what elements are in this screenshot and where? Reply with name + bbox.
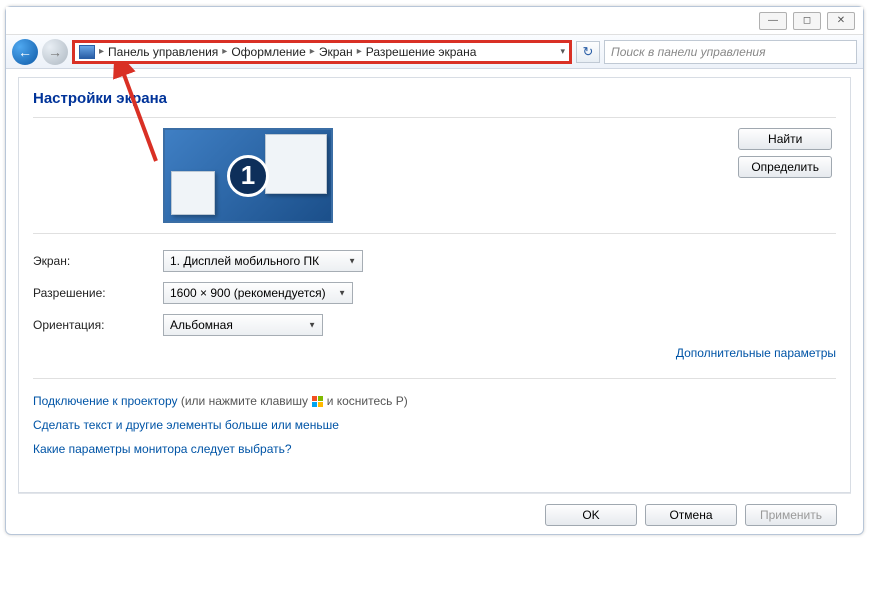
advanced-row: Дополнительные параметры	[33, 346, 836, 360]
navigation-bar: ← → ▸ Панель управления ▸ Оформление ▸ Э…	[6, 35, 863, 69]
windows-logo-icon	[311, 395, 323, 407]
screen-label: Экран:	[33, 254, 163, 268]
screen-value: 1. Дисплей мобильного ПК	[170, 254, 319, 268]
page-title: Настройки экрана	[33, 90, 836, 107]
close-button[interactable]: ✕	[827, 12, 855, 30]
refresh-button[interactable]: ↻	[576, 41, 600, 63]
display-number-badge: 1	[227, 155, 269, 197]
projector-hint-pre: (или нажмите клавишу	[181, 394, 312, 408]
chevron-right-icon: ▸	[222, 46, 227, 57]
cancel-button[interactable]: Отмена	[645, 504, 737, 526]
screen-dropdown[interactable]: 1. Дисплей мобильного ПК	[163, 250, 363, 272]
back-button[interactable]: ←	[12, 39, 38, 65]
computer-icon	[79, 45, 95, 59]
display-preview-row: 1 Найти Определить	[33, 117, 836, 234]
breadcrumb-item[interactable]: Экран	[319, 45, 353, 59]
chevron-right-icon: ▸	[99, 46, 104, 57]
dialog-button-bar: OK Отмена Применить	[18, 493, 851, 526]
orientation-row: Ориентация: Альбомная	[33, 314, 836, 336]
breadcrumb-bar[interactable]: ▸ Панель управления ▸ Оформление ▸ Экран…	[72, 40, 572, 64]
forward-button[interactable]: →	[42, 39, 68, 65]
minimize-button[interactable]: —	[759, 12, 787, 30]
maximize-button[interactable]: ◻	[793, 12, 821, 30]
advanced-settings-link[interactable]: Дополнительные параметры	[676, 346, 836, 360]
resolution-label: Разрешение:	[33, 286, 163, 300]
display-preview[interactable]: 1	[163, 128, 333, 223]
titlebar: — ◻ ✕	[6, 7, 863, 35]
orientation-dropdown[interactable]: Альбомная	[163, 314, 323, 336]
search-placeholder: Поиск в панели управления	[611, 45, 766, 59]
settings-form: Экран: 1. Дисплей мобильного ПК Разрешен…	[33, 250, 836, 360]
resolution-row: Разрешение: 1600 × 900 (рекомендуется)	[33, 282, 836, 304]
chevron-right-icon: ▸	[357, 46, 362, 57]
main-panel: Настройки экрана 1 Найти Определить Экра…	[18, 77, 851, 493]
text-size-link[interactable]: Сделать текст и другие элементы больше и…	[33, 418, 339, 432]
breadcrumb-dropdown-icon[interactable]: ▾	[560, 46, 565, 57]
chevron-right-icon: ▸	[310, 46, 315, 57]
projector-hint-post: и коснитесь P)	[327, 394, 408, 408]
resolution-value: 1600 × 900 (рекомендуется)	[170, 286, 326, 300]
identify-button[interactable]: Определить	[738, 156, 832, 178]
orientation-label: Ориентация:	[33, 318, 163, 332]
projector-link[interactable]: Подключение к проектору	[33, 394, 178, 408]
breadcrumb-item[interactable]: Панель управления	[108, 45, 218, 59]
display-action-buttons: Найти Определить	[738, 128, 832, 178]
detect-button[interactable]: Найти	[738, 128, 832, 150]
screen-row: Экран: 1. Дисплей мобильного ПК	[33, 250, 836, 272]
ok-button[interactable]: OK	[545, 504, 637, 526]
apply-button[interactable]: Применить	[745, 504, 837, 526]
help-links: Подключение к проектору (или нажмите кла…	[33, 378, 836, 461]
resolution-dropdown[interactable]: 1600 × 900 (рекомендуется)	[163, 282, 353, 304]
which-params-link[interactable]: Какие параметры монитора следует выбрать…	[33, 442, 292, 456]
content-area: Настройки экрана 1 Найти Определить Экра…	[6, 69, 863, 534]
preview-window-icon	[171, 171, 215, 215]
breadcrumb-item[interactable]: Разрешение экрана	[366, 45, 477, 59]
breadcrumb-item[interactable]: Оформление	[231, 45, 305, 59]
search-input[interactable]: Поиск в панели управления	[604, 40, 857, 64]
preview-window-icon	[265, 134, 327, 194]
control-panel-window: — ◻ ✕ ← → ▸ Панель управления ▸ Оформлен…	[5, 6, 864, 535]
orientation-value: Альбомная	[170, 318, 233, 332]
